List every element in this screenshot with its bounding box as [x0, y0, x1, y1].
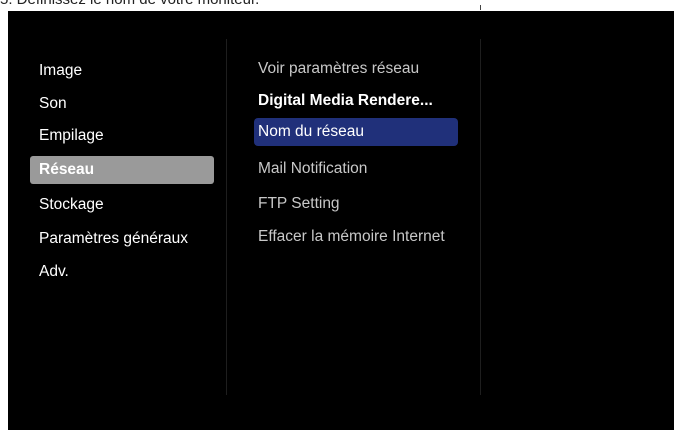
main-menu-item-reseau[interactable]: Réseau: [30, 156, 214, 184]
submenu-item-nom-du-reseau[interactable]: Nom du réseau: [254, 118, 458, 146]
caption-tick-mark: [480, 5, 481, 10]
main-menu-item-son[interactable]: Son: [30, 90, 214, 118]
submenu-item-mail-notification[interactable]: Mail Notification: [254, 155, 458, 183]
main-menu-item-parametres-generaux[interactable]: Paramètres généraux: [30, 225, 214, 253]
main-menu-item-stockage[interactable]: Stockage: [30, 191, 214, 219]
main-menu-item-empilage[interactable]: Empilage: [30, 122, 214, 150]
submenu-item-ftp-setting[interactable]: FTP Setting: [254, 190, 458, 218]
submenu-item-voir-parametres-reseau[interactable]: Voir paramètres réseau: [254, 55, 458, 83]
main-menu-item-image[interactable]: Image: [30, 57, 214, 85]
main-menu-item-adv[interactable]: Adv.: [30, 258, 214, 286]
column-divider-left: [226, 39, 227, 395]
instruction-caption: 5. Définissez le nom de votre moniteur.: [0, 0, 259, 8]
submenu-item-digital-media-renderer[interactable]: Digital Media Rendere...: [254, 87, 458, 115]
column-divider-right: [480, 39, 481, 395]
submenu-item-effacer-memoire-internet[interactable]: Effacer la mémoire Internet: [254, 223, 476, 251]
osd-screen: Image Son Empilage Réseau Stockage Param…: [8, 11, 674, 430]
